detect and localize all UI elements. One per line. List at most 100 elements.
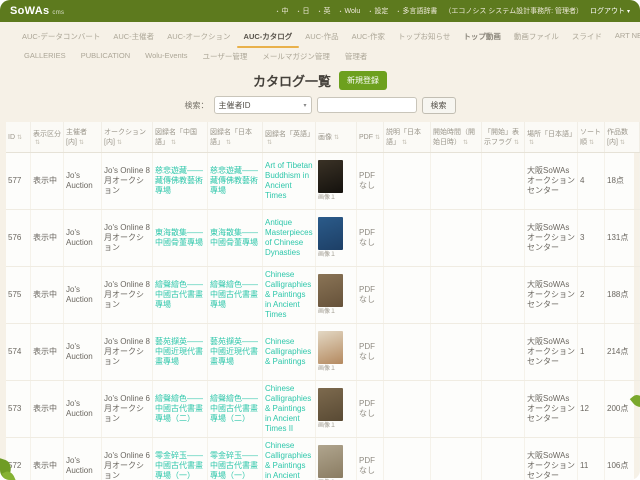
nav-tab[interactable]: メールマガジン管理 — [262, 51, 330, 62]
sort-icon: ⇅ — [17, 135, 22, 141]
cell-item-count: 106点 — [605, 438, 640, 480]
cell-item-count: 18点 — [605, 153, 640, 210]
chevron-down-icon: ▾ — [627, 9, 630, 15]
catalog-thumbnail[interactable] — [318, 274, 343, 307]
column-header[interactable]: PDF⇅ — [357, 122, 384, 153]
nav-tab[interactable]: トップ動画 — [463, 31, 501, 42]
top-link[interactable]: ・ 設定 — [367, 6, 388, 16]
column-header[interactable]: ソート順⇅ — [578, 122, 605, 153]
cell-description — [384, 381, 431, 438]
column-header[interactable]: 「開始」表示フラグ⇅ — [482, 122, 525, 153]
catalog-title-link-jp[interactable]: 東海散集——中國骨董專場 — [210, 228, 258, 247]
nav-tab[interactable]: 管理者 — [345, 51, 368, 62]
cell-description — [384, 324, 431, 381]
brand-logo[interactable]: SoWAscms — [10, 5, 64, 17]
search-label: 検索： — [185, 100, 209, 111]
top-link[interactable]: ・ 日 — [295, 6, 309, 16]
catalog-title-link-en[interactable]: Antique Masterpieces of Chinese Dynastie… — [265, 218, 313, 257]
cell-location: 大阪SoWAsオークションセンター — [525, 381, 578, 438]
column-header[interactable]: 場所「日本語」⇅ — [525, 122, 578, 153]
nav-tab[interactable]: AUC-カタログ — [244, 31, 293, 42]
nav-tab[interactable]: Wolu-Events — [145, 51, 187, 62]
top-link[interactable]: ・ 中 — [274, 6, 288, 16]
column-header[interactable]: ID⇅ — [6, 122, 31, 153]
nav-tab[interactable]: AUC-オークション — [167, 31, 230, 42]
catalog-title-link-cn[interactable]: 零金碎玉——中國古代書畫專場（一） — [155, 451, 203, 480]
nav-tab[interactable]: AUC-作家 — [352, 31, 385, 42]
column-header[interactable]: 開始時間（開始日時）⇅ — [431, 122, 482, 153]
thumbnail-caption: 画像１ — [318, 195, 354, 203]
catalog-thumbnail[interactable] — [318, 445, 343, 478]
cell-description — [384, 267, 431, 324]
catalog-title-link-jp[interactable]: 繪聲繪色——中國古代書畫專場 — [210, 280, 258, 309]
column-header[interactable]: 図録名「中国語」⇅ — [153, 122, 208, 153]
nav-tab[interactable]: AUC-主催者 — [113, 31, 154, 42]
catalog-title-link-jp[interactable]: 藝苑擷英——中國近現代書畫專場 — [210, 337, 258, 366]
top-link[interactable]: ・ 多言語辞書 — [395, 6, 437, 16]
bullet-icon: ・ — [316, 7, 322, 16]
sort-icon: ⇅ — [267, 140, 272, 146]
search-category-select[interactable]: 主催者ID ▾ — [214, 96, 312, 114]
search-input[interactable] — [317, 97, 417, 113]
nav-tab[interactable]: スライド — [572, 31, 602, 42]
column-header[interactable]: 図録名「日本語」⇅ — [208, 122, 263, 153]
nav-tab[interactable]: 動画ファイル — [514, 31, 559, 42]
catalog-title-link-en[interactable]: Chinese Calligraphies & Paintings in Anc… — [265, 441, 311, 480]
cell-display-status: 表示中 — [31, 153, 64, 210]
cell-sort-order: 4 — [578, 153, 605, 210]
sort-icon: ⇅ — [589, 140, 594, 146]
cell-start-flag — [482, 153, 525, 210]
cell-start-flag — [482, 267, 525, 324]
catalog-title-link-jp[interactable]: 零金碎玉——中國古代書畫專場（一） — [210, 451, 258, 480]
catalog-title-link-cn[interactable]: 繪聲繪色——中國古代書畫專場（二） — [155, 394, 203, 423]
nav-tab[interactable]: ART NEWS — [615, 31, 640, 42]
new-catalog-button[interactable]: 新規登録 — [339, 71, 387, 90]
cell-id: 574 — [6, 324, 31, 381]
catalog-title-link-cn[interactable]: 藝苑擷英——中國近現代書畫專場 — [155, 337, 203, 366]
catalog-thumbnail[interactable] — [318, 217, 343, 250]
column-header[interactable]: オークション[内]⇅ — [102, 122, 153, 153]
cell-location: 大阪SoWAsオークションセンター — [525, 153, 578, 210]
catalog-thumbnail[interactable] — [318, 331, 343, 364]
catalog-title-link-en[interactable]: Chinese Calligraphies & Paintings in Anc… — [265, 384, 311, 433]
cell-auction: Jo's Online 8月オークション — [102, 267, 153, 324]
cell-location: 大阪SoWAsオークションセンター — [525, 438, 578, 480]
catalog-title-link-cn[interactable]: 慈悲遊藏——藏傳佛教藝術專場 — [155, 166, 203, 195]
cell-location: 大阪SoWAsオークションセンター — [525, 210, 578, 267]
catalog-title-link-cn[interactable]: 繪聲繪色——中國古代書畫專場 — [155, 280, 203, 309]
top-link[interactable]: ・ Wolu — [337, 6, 360, 16]
cell-pdf: PDFなし — [357, 381, 384, 438]
nav-tab[interactable]: GALLERIES — [24, 51, 66, 62]
sort-icon: ⇅ — [463, 140, 468, 146]
nav-tab[interactable]: PUBLICATION — [81, 51, 130, 62]
nav-tab[interactable]: AUC-データコンバート — [22, 31, 100, 42]
column-header[interactable]: 作品数[内]⇅ — [605, 122, 640, 153]
catalog-thumbnail[interactable] — [318, 388, 343, 421]
cell-organizer: Jo's Auction — [64, 267, 102, 324]
catalog-thumbnail[interactable] — [318, 160, 343, 193]
catalog-title-link-en[interactable]: Chinese Calligraphies & Paintings — [265, 337, 311, 366]
column-header[interactable]: 画像⇅ — [316, 122, 357, 153]
column-header[interactable]: 説明「日本語」⇅ — [384, 122, 431, 153]
nav-tab[interactable]: ユーザー管理 — [203, 51, 248, 62]
cell-pdf: PDFなし — [357, 438, 384, 480]
title-row: カタログ一覧 新規登録 — [0, 71, 640, 90]
logout-button[interactable]: ログアウト▾ — [590, 6, 630, 16]
sort-icon: ⇅ — [529, 140, 534, 146]
column-header[interactable]: 主催者[内]⇅ — [64, 122, 102, 153]
cell-sort-order: 12 — [578, 381, 605, 438]
nav-tab[interactable]: トップお知らせ — [398, 31, 450, 42]
nav-tab[interactable]: AUC-作品 — [305, 31, 338, 42]
top-link[interactable]: ・ 英 — [316, 6, 330, 16]
column-header[interactable]: 図録名「英語」⇅ — [263, 122, 316, 153]
search-button[interactable]: 検索 — [422, 97, 456, 114]
catalog-title-link-jp[interactable]: 慈悲遊藏——藏傳佛教藝術專場 — [210, 166, 258, 195]
catalog-title-link-en[interactable]: Chinese Calligraphies & Paintings in Anc… — [265, 270, 311, 319]
column-header[interactable]: 表示区分⇅ — [31, 122, 64, 153]
cell-start-flag — [482, 438, 525, 480]
catalog-title-link-en[interactable]: Art of Tibetan Buddhism in Ancient Times — [265, 161, 313, 200]
cell-start-flag — [482, 381, 525, 438]
catalog-title-link-jp[interactable]: 繪聲繪色——中國古代書畫專場（二） — [210, 394, 258, 423]
catalog-title-link-cn[interactable]: 東海散集——中國骨董專場 — [155, 228, 203, 247]
table-row: 574 表示中 Jo's Auction Jo's Online 8月オークショ… — [6, 324, 640, 381]
